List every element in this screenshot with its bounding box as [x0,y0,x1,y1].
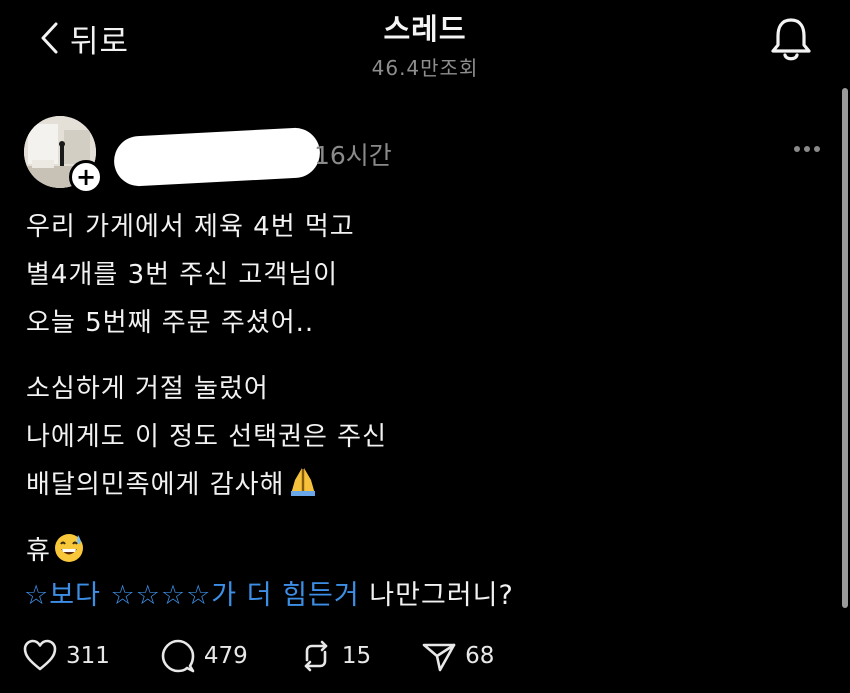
page-title: 스레드 [383,12,467,46]
like-count: 311 [66,643,110,669]
comment-button[interactable]: 479 [160,638,248,674]
post-line: 별4개를 3번 주신 고객님이 [26,260,339,290]
view-count: 46.4만조회 [371,56,479,80]
post-line-text: 배달의민족에게 감사해 [26,470,285,500]
post-line: 나에게도 이 정도 선택권은 주신 [26,422,388,452]
repost-icon [304,640,328,672]
thread-screen: 뒤로 스레드 46.4만조회 + 16시간 우리 가게에서 제육 4번 먹고 별… [0,0,850,693]
author-avatar[interactable]: + [24,116,104,194]
post-body: 우리 가게에서 제육 4번 먹고 별4개를 3번 주신 고객님이 오늘 5번째 … [26,203,387,575]
notification-bell-icon[interactable] [768,14,814,64]
share-count: 68 [465,643,495,669]
post-time: 16시간 [314,141,392,170]
folded-hands-emoji-icon [291,468,316,496]
post-actions: 311 479 15 68 [22,636,544,676]
repost-button[interactable]: 15 [298,638,371,674]
post-line: 휴 [26,527,387,575]
comment-count: 479 [203,643,248,669]
tag-text: 나만그러니? [369,580,514,611]
scrollbar[interactable] [842,88,848,608]
tag-link[interactable]: ☆보다 ☆☆☆☆가 더 [24,580,273,611]
comment-bubble-icon [161,639,195,673]
grinning-sweat-emoji-icon [54,534,83,562]
header: 스레드 46.4만조회 [0,6,850,81]
post-line: 우리 가게에서 제육 4번 먹고 [26,212,355,242]
follow-plus-icon[interactable]: + [69,160,103,194]
hashtag-line: ☆보다 ☆☆☆☆가 더 힘든거 나만그러니? [24,573,514,612]
post-line: 오늘 5번째 주문 주셨어.. [26,308,315,338]
sigh-text: 휴 [26,536,51,566]
repost-count: 15 [341,643,372,669]
tag-link[interactable]: 힘든거 [282,580,360,611]
redacted-username [112,126,322,188]
like-button[interactable]: 311 [22,638,110,674]
send-paper-plane-icon [422,643,456,672]
heart-icon [23,639,57,671]
post-line: 소심하게 거절 눌렀어 [26,374,269,404]
more-options-icon[interactable] [794,146,820,152]
share-button[interactable]: 68 [421,638,494,674]
post-line: 배달의민족에게 감사해 [26,461,387,509]
